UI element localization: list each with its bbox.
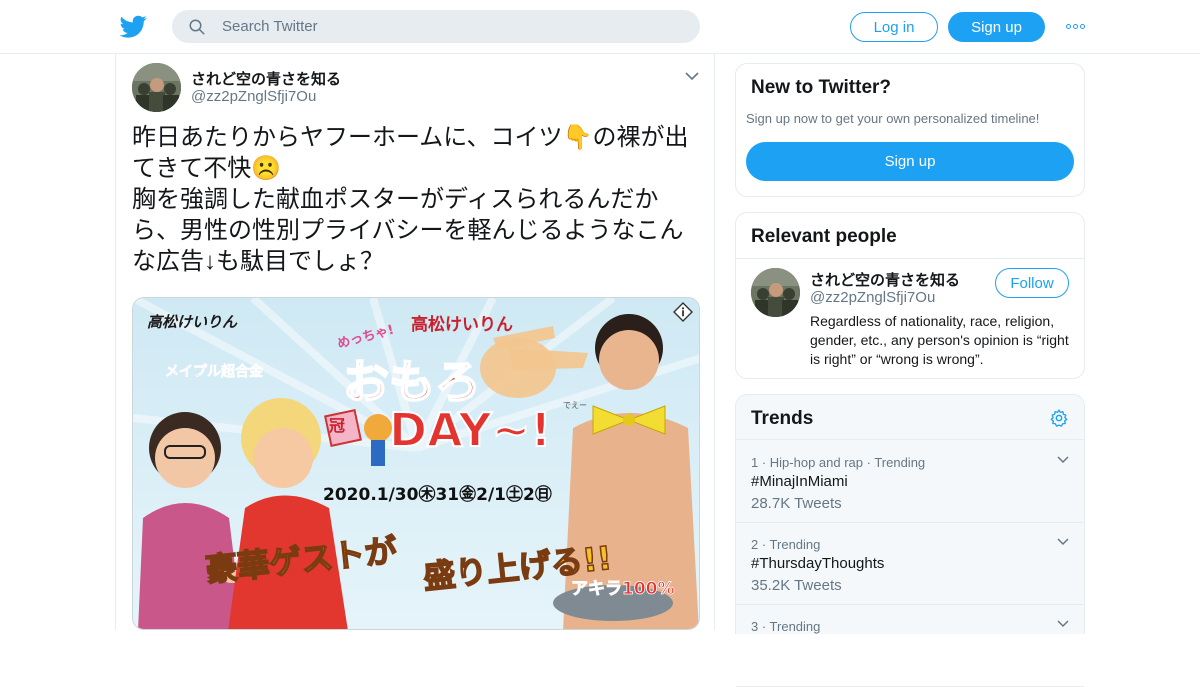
trend-meta: 2 · Trending xyxy=(751,537,821,552)
relevant-people-card: Relevant people されど空の青さを知る @zz2pZnglSfji… xyxy=(735,212,1085,379)
trend-meta: 3 · Trending xyxy=(751,619,821,634)
twitter-bird-icon[interactable] xyxy=(120,13,147,40)
login-button[interactable]: Log in xyxy=(850,12,938,42)
media-kanmuri: 冠 xyxy=(329,416,345,435)
media-headline-top: 高松けいりん xyxy=(411,314,513,335)
trend-item[interactable]: 3 · Trending xyxy=(736,605,1084,687)
tweet-display-name[interactable]: されど空の青さを知る xyxy=(191,68,341,89)
trend-item[interactable]: 1 · Hip-hop and rap · Trending #MinajInM… xyxy=(736,441,1084,523)
media-day-ruby: でえー xyxy=(563,401,587,410)
tweet-screen-name[interactable]: @zz2pZnglSfji7Ou xyxy=(191,88,316,105)
chevron-down-icon[interactable] xyxy=(1056,455,1070,465)
relevant-people-title: Relevant people xyxy=(751,226,897,247)
avatar[interactable] xyxy=(132,63,181,112)
trends-card: Trends 1 · Hip-hop and rap · Trending #M… xyxy=(735,394,1085,687)
tweet-media-image[interactable]: 高松けいりん メイプル超合金 めっちゃ! 高松けいりん おもろ DAY~! でえ… xyxy=(132,297,700,630)
chevron-down-icon[interactable] xyxy=(1056,619,1070,629)
relevant-person-handle[interactable]: @zz2pZnglSfji7Ou xyxy=(810,289,935,306)
new-to-twitter-title: New to Twitter? xyxy=(751,77,892,98)
follow-button[interactable]: Follow xyxy=(995,268,1069,298)
media-bonus-text: メイプル超合金 xyxy=(165,363,264,380)
trend-name[interactable]: #ThursdayThoughts xyxy=(751,555,884,572)
trend-count: 35.2K Tweets xyxy=(751,577,842,594)
avatar[interactable] xyxy=(751,268,800,317)
more-dots-icon[interactable] xyxy=(1064,17,1086,35)
search-input[interactable] xyxy=(222,18,642,35)
chevron-down-icon[interactable] xyxy=(684,70,700,82)
media-dates: 2020.1/30㊍31㊎2/1㊏2㊐ xyxy=(323,484,552,505)
search-icon xyxy=(189,19,205,34)
trends-title: Trends xyxy=(751,408,814,429)
top-navigation-bar: Log in Sign up xyxy=(0,0,1200,54)
media-brand-text: 高松けいりん xyxy=(147,313,238,331)
divider xyxy=(736,258,1084,259)
media-guest-text: アキラ100% xyxy=(571,579,675,599)
gear-icon[interactable] xyxy=(1049,408,1069,428)
signup-button[interactable]: Sign up xyxy=(948,12,1045,42)
new-to-twitter-subtitle: Sign up now to get your own personalized… xyxy=(746,111,1040,126)
tweet-text: 昨日あたりからヤフーホームに、コイツ👇の裸が出 てきて不快☹️ 胸を強調した献血… xyxy=(132,124,689,275)
media-headline-day: DAY~! xyxy=(389,403,551,457)
trend-meta: 1 · Hip-hop and rap · Trending xyxy=(751,455,926,470)
info-icon[interactable] xyxy=(673,302,693,322)
trend-name[interactable]: #MinajInMiami xyxy=(751,473,848,490)
relevant-person-bio: Regardless of nationality, race, religio… xyxy=(810,313,1069,367)
sidebar-signup-button[interactable]: Sign up xyxy=(746,142,1074,181)
chevron-down-icon[interactable] xyxy=(1056,537,1070,547)
media-headline-main: おもろ xyxy=(343,355,481,409)
new-to-twitter-card: New to Twitter? Sign up now to get your … xyxy=(735,63,1085,197)
relevant-person-name[interactable]: されど空の青さを知る xyxy=(810,269,960,290)
trend-count: 28.7K Tweets xyxy=(751,495,842,512)
tweet-container: されど空の青さを知る @zz2pZnglSfji7Ou 昨日あたりからヤフーホー… xyxy=(115,54,715,630)
trend-item[interactable]: 2 · Trending #ThursdayThoughts 35.2K Twe… xyxy=(736,523,1084,605)
search-box[interactable] xyxy=(172,10,700,43)
trends-header: Trends xyxy=(736,395,1084,440)
